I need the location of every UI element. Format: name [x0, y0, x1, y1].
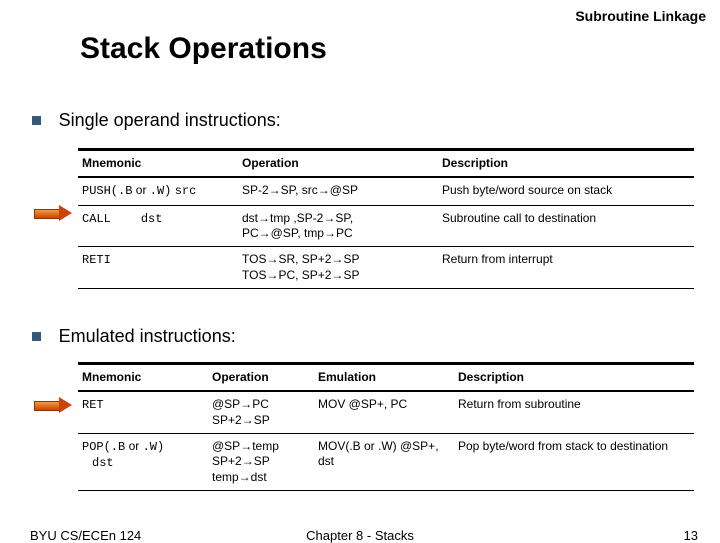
cell-mnemonic: PUSH(.B or .W) src [78, 177, 238, 205]
cell-operation: TOS→SR, SP+2→SP TOS→PC, SP+2→SP [238, 247, 438, 289]
cell-description: Return from subroutine [454, 391, 694, 433]
cell-emulation: MOV(.B or .W) @SP+, dst [314, 434, 454, 491]
section-single-operand: Single operand instructions: [32, 110, 281, 131]
mn-part: or [129, 439, 140, 453]
table-row: RET @SP→PC SP+2→SP MOV @SP+, PC Return f… [78, 391, 694, 433]
mn-part: src [175, 184, 197, 198]
arrow-right-icon [34, 206, 74, 220]
table-row: RETI TOS→SR, SP+2→SP TOS→PC, SP+2→SP Ret… [78, 247, 694, 289]
cell-mnemonic: RET [78, 391, 208, 433]
mn-part: RETI [82, 253, 111, 267]
mn-part: CALL [82, 212, 111, 226]
col-mnemonic: Mnemonic [78, 150, 238, 178]
cell-description: Subroutine call to destination [438, 205, 694, 247]
table-row: POP(.B or .W) dst @SP→temp SP+2→SP temp→… [78, 434, 694, 491]
col-description: Description [454, 364, 694, 392]
mn-part: .W) [150, 184, 172, 198]
cell-mnemonic: POP(.B or .W) dst [78, 434, 208, 491]
page-title: Stack Operations [80, 32, 327, 66]
table-header-row: Mnemonic Operation Description [78, 150, 694, 178]
section-emulated: Emulated instructions: [32, 326, 236, 347]
cell-description: Return from interrupt [438, 247, 694, 289]
mn-part: RET [82, 398, 104, 412]
mn-part: or [136, 183, 147, 197]
mn-part: dst [141, 212, 163, 226]
bullet-icon [32, 116, 41, 125]
mn-part: PUSH(.B [82, 184, 132, 198]
col-operation: Operation [238, 150, 438, 178]
footer-center: Chapter 8 - Stacks [0, 528, 720, 543]
table-row: PUSH(.B or .W) src SP-2→SP, src→@SP Push… [78, 177, 694, 205]
col-mnemonic: Mnemonic [78, 364, 208, 392]
table-emulated: Mnemonic Operation Emulation Description… [78, 362, 694, 491]
table-single-operand: Mnemonic Operation Description PUSH(.B o… [78, 148, 694, 289]
bullet-icon [32, 332, 41, 341]
table-header-row: Mnemonic Operation Emulation Description [78, 364, 694, 392]
cell-emulation: MOV @SP+, PC [314, 391, 454, 433]
cell-mnemonic: CALL dst [78, 205, 238, 247]
cell-operation: SP-2→SP, src→@SP [238, 177, 438, 205]
cell-operation: @SP→temp SP+2→SP temp→dst [208, 434, 314, 491]
corner-title: Subroutine Linkage [575, 8, 706, 24]
cell-description: Pop byte/word from stack to destination [454, 434, 694, 491]
col-emulation: Emulation [314, 364, 454, 392]
mn-part: .W) [143, 440, 165, 454]
cell-description: Push byte/word source on stack [438, 177, 694, 205]
section-label: Emulated instructions: [59, 326, 236, 346]
mn-part: dst [92, 456, 114, 470]
cell-operation: @SP→PC SP+2→SP [208, 391, 314, 433]
table-row: CALL dst dst→tmp ,SP-2→SP, PC→@SP, tmp→P… [78, 205, 694, 247]
arrow-right-icon [34, 398, 74, 412]
mn-part: POP(.B [82, 440, 125, 454]
cell-mnemonic: RETI [78, 247, 238, 289]
footer-right: 13 [684, 528, 698, 543]
col-description: Description [438, 150, 694, 178]
cell-operation: dst→tmp ,SP-2→SP, PC→@SP, tmp→PC [238, 205, 438, 247]
section-label: Single operand instructions: [59, 110, 281, 130]
col-operation: Operation [208, 364, 314, 392]
